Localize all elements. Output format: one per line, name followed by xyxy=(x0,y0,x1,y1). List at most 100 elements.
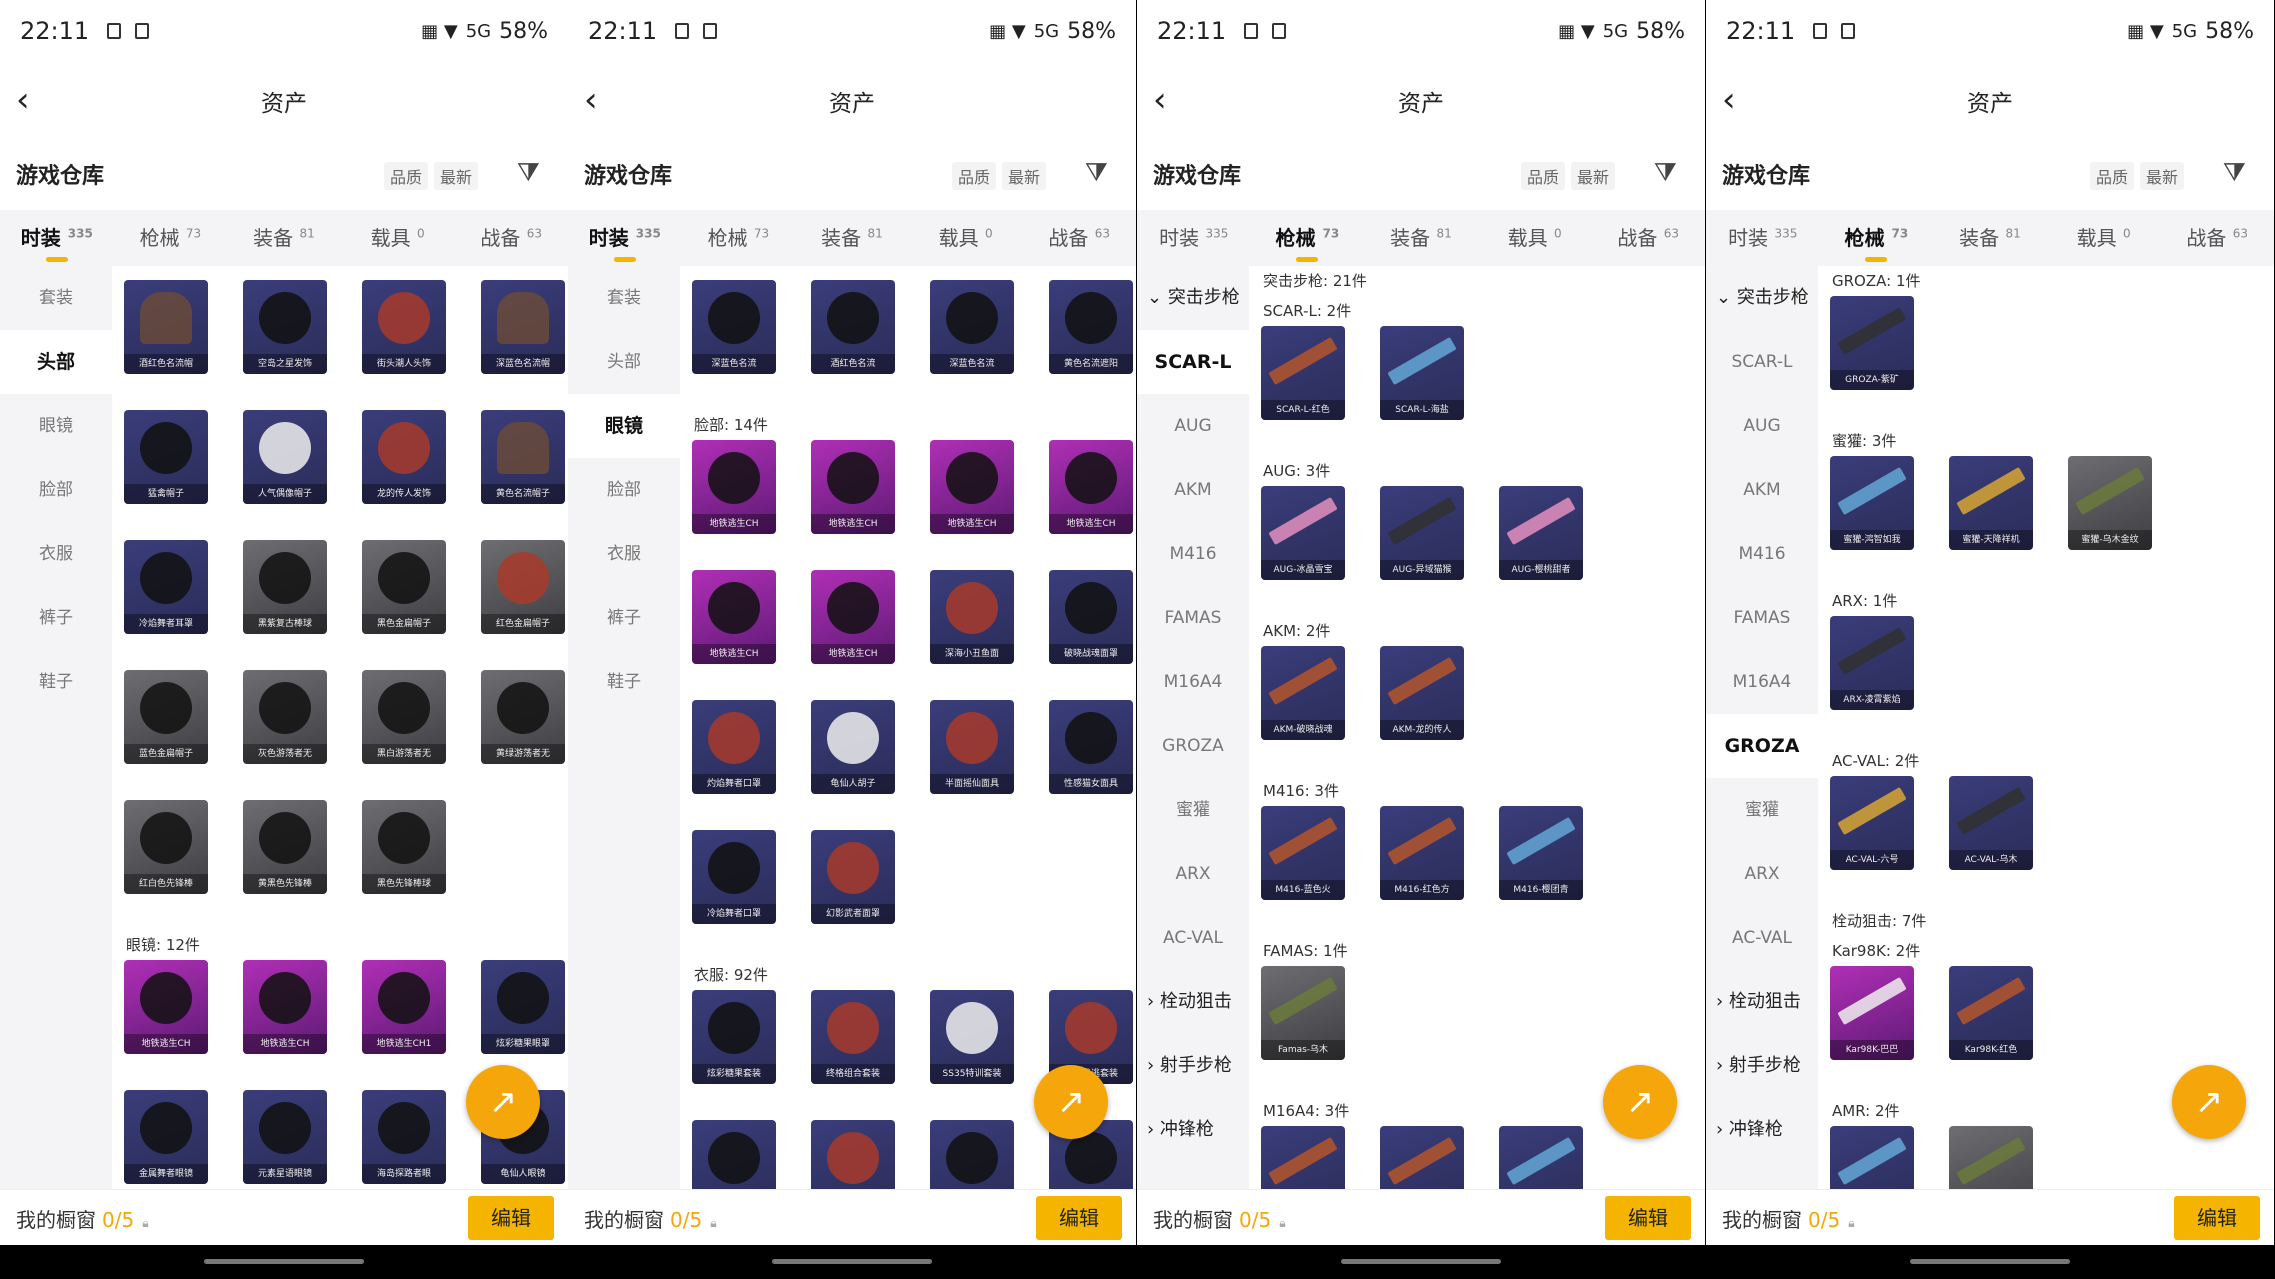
item-card[interactable]: AUG-樱桃甜者 xyxy=(1499,486,1583,580)
item-card[interactable]: Famas-乌木 xyxy=(1261,966,1345,1060)
filter-icon[interactable]: ⧩ xyxy=(2223,158,2246,189)
sidebar-item[interactable]: GROZA xyxy=(1137,714,1249,778)
item-card[interactable]: 深蓝色名流帽 xyxy=(481,280,565,374)
item-card[interactable]: 冷焰舞者口罩 xyxy=(692,830,776,924)
tab-0[interactable]: 时装 335 xyxy=(1137,210,1251,266)
item-card[interactable]: 黄黑色先锋棒 xyxy=(243,800,327,894)
item-card[interactable]: Kar98K-巴巴 xyxy=(1830,966,1914,1060)
sidebar-item[interactable]: 衣服 xyxy=(568,522,680,586)
item-card[interactable]: 黄色名流遮阳 xyxy=(1049,280,1133,374)
sidebar-item[interactable]: AUG xyxy=(1137,394,1249,458)
item-card[interactable]: 龙的传人发饰 xyxy=(362,410,446,504)
tab-1[interactable]: 枪械 73 xyxy=(114,210,228,266)
item-card[interactable]: 蓝色金扁帽子 xyxy=(124,670,208,764)
item-card[interactable]: 街头潮人头饰 xyxy=(362,280,446,374)
item-card[interactable]: 金属舞者眼镜 xyxy=(124,1090,208,1184)
sort-quality-button[interactable]: 品质 xyxy=(1521,162,1566,190)
edit-button[interactable]: 编辑 xyxy=(468,1196,554,1240)
item-card[interactable]: 黄绿游荡者无 xyxy=(481,670,565,764)
sidebar-item[interactable]: 脸部 xyxy=(568,458,680,522)
share-icon[interactable]: ↗ xyxy=(1034,1065,1108,1139)
edit-button[interactable]: 编辑 xyxy=(2174,1196,2260,1240)
item-card[interactable]: 破晓战魂面罩 xyxy=(1049,570,1133,664)
item-card[interactable]: 深海小丑鱼面 xyxy=(930,570,1014,664)
sidebar-item[interactable]: 脸部 xyxy=(0,458,112,522)
item-card[interactable]: AC-VAL-六号 xyxy=(1830,776,1914,870)
item-card[interactable]: M416-红色方 xyxy=(1380,806,1464,900)
item-card[interactable]: 蜜獾-鸿智如我 xyxy=(1830,456,1914,550)
item-card[interactable]: GROZA-紫矿 xyxy=(1830,296,1914,390)
item-card[interactable]: 酒红色名流 xyxy=(811,280,895,374)
sort-newest-button[interactable]: 最新 xyxy=(434,162,479,190)
item-card[interactable]: 地铁逃生CH xyxy=(811,570,895,664)
filter-icon[interactable]: ⧩ xyxy=(517,158,540,189)
item-card[interactable]: 深蓝色名流 xyxy=(930,280,1014,374)
tab-1[interactable]: 枪械 73 xyxy=(1820,210,1934,266)
sidebar-item[interactable]: 裤子 xyxy=(568,586,680,650)
item-card[interactable]: 地铁逃生CH xyxy=(692,1120,776,1189)
item-card[interactable]: AKM-龙的传人 xyxy=(1380,646,1464,740)
item-card[interactable]: 数闻角色 xyxy=(930,1120,1014,1189)
item-card[interactable]: ARX-凌霄紫焰 xyxy=(1830,616,1914,710)
item-card[interactable]: M416-蓝色火 xyxy=(1261,806,1345,900)
item-card[interactable]: M16A4-红色 xyxy=(1380,1126,1464,1189)
item-card[interactable]: 红白色先锋棒 xyxy=(124,800,208,894)
tab-1[interactable]: 枪械 73 xyxy=(1251,210,1365,266)
item-card[interactable]: 灼焰舞者口罩 xyxy=(692,700,776,794)
sidebar-item[interactable]: 蜜獾 xyxy=(1137,778,1249,842)
item-card[interactable]: 终格组合套装 xyxy=(811,990,895,1084)
sidebar-item[interactable]: M416 xyxy=(1706,522,1818,586)
item-card[interactable]: 黄色名流帽子 xyxy=(481,410,565,504)
item-card[interactable]: 灰色游荡者无 xyxy=(243,670,327,764)
share-icon[interactable]: ↗ xyxy=(2172,1065,2246,1139)
item-card[interactable]: 空岛之星发饰 xyxy=(243,280,327,374)
item-card[interactable]: SCAR-L-红色 xyxy=(1261,326,1345,420)
item-card[interactable]: 冷焰舞者耳罩 xyxy=(124,540,208,634)
share-icon[interactable]: ↗ xyxy=(1603,1065,1677,1139)
sidebar-item[interactable]: 套装 xyxy=(568,266,680,330)
tab-4[interactable]: 战备 63 xyxy=(2160,210,2274,266)
sidebar-item[interactable]: AKM xyxy=(1706,458,1818,522)
tab-4[interactable]: 战备 63 xyxy=(454,210,568,266)
tab-4[interactable]: 战备 63 xyxy=(1022,210,1136,266)
item-card[interactable]: 性感猫女面具 xyxy=(1049,700,1133,794)
sidebar-item[interactable]: 眼镜 xyxy=(568,394,680,458)
sidebar-item[interactable]: 鞋子 xyxy=(568,650,680,714)
sidebar-item[interactable]: ⌄ 突击步枪 xyxy=(1137,266,1249,330)
item-card[interactable]: SCAR-L-海盐 xyxy=(1380,326,1464,420)
sidebar-item[interactable]: 裤子 xyxy=(0,586,112,650)
sidebar-item[interactable]: AKM xyxy=(1137,458,1249,522)
sidebar-item[interactable]: 头部 xyxy=(0,330,112,394)
item-card[interactable]: 深蓝色名流 xyxy=(692,280,776,374)
item-card[interactable]: AC-VAL-乌木 xyxy=(1949,776,2033,870)
item-card[interactable]: 海岛探路者眼 xyxy=(362,1090,446,1184)
tab-3[interactable]: 载具 0 xyxy=(1478,210,1592,266)
item-card[interactable]: 蜜獾-天降祥机 xyxy=(1949,456,2033,550)
item-card[interactable]: 炫彩糖果眼罩 xyxy=(481,960,565,1054)
tab-2[interactable]: 装备 81 xyxy=(227,210,341,266)
sidebar-item[interactable]: AUG xyxy=(1706,394,1818,458)
tab-1[interactable]: 枪械 73 xyxy=(682,210,796,266)
item-card[interactable]: 黑白游荡者无 xyxy=(362,670,446,764)
share-icon[interactable]: ↗ xyxy=(466,1065,540,1139)
edit-button[interactable]: 编辑 xyxy=(1036,1196,1122,1240)
home-indicator[interactable] xyxy=(772,1259,932,1264)
sidebar-item[interactable]: ⌄ 突击步枪 xyxy=(1706,266,1818,330)
item-card[interactable]: 地铁逃生CH1 xyxy=(362,960,446,1054)
sidebar-item[interactable]: FAMAS xyxy=(1137,586,1249,650)
item-card[interactable]: 幻影武者面罩 xyxy=(811,830,895,924)
item-card[interactable]: 元素星语眼镜 xyxy=(243,1090,327,1184)
item-card[interactable]: M416-樱团青 xyxy=(1499,806,1583,900)
item-card[interactable]: 黑色金扁帽子 xyxy=(362,540,446,634)
item-card[interactable]: 红色金扁帽子 xyxy=(481,540,565,634)
home-indicator[interactable] xyxy=(1341,1259,1501,1264)
sidebar-item[interactable]: › 冲锋枪 xyxy=(1137,1098,1249,1162)
sidebar-item[interactable]: 鞋子 xyxy=(0,650,112,714)
sidebar-item[interactable]: › 栓动狙击 xyxy=(1706,970,1818,1034)
item-card[interactable]: 黑紫复古棒球 xyxy=(243,540,327,634)
sidebar-item[interactable]: SCAR-L xyxy=(1706,330,1818,394)
item-card[interactable]: 地铁逃生CH xyxy=(243,960,327,1054)
item-card[interactable]: 酒红色名流帽 xyxy=(124,280,208,374)
item-card[interactable]: M16A4-冰河 xyxy=(1499,1126,1583,1189)
sort-quality-button[interactable]: 品质 xyxy=(2090,162,2135,190)
